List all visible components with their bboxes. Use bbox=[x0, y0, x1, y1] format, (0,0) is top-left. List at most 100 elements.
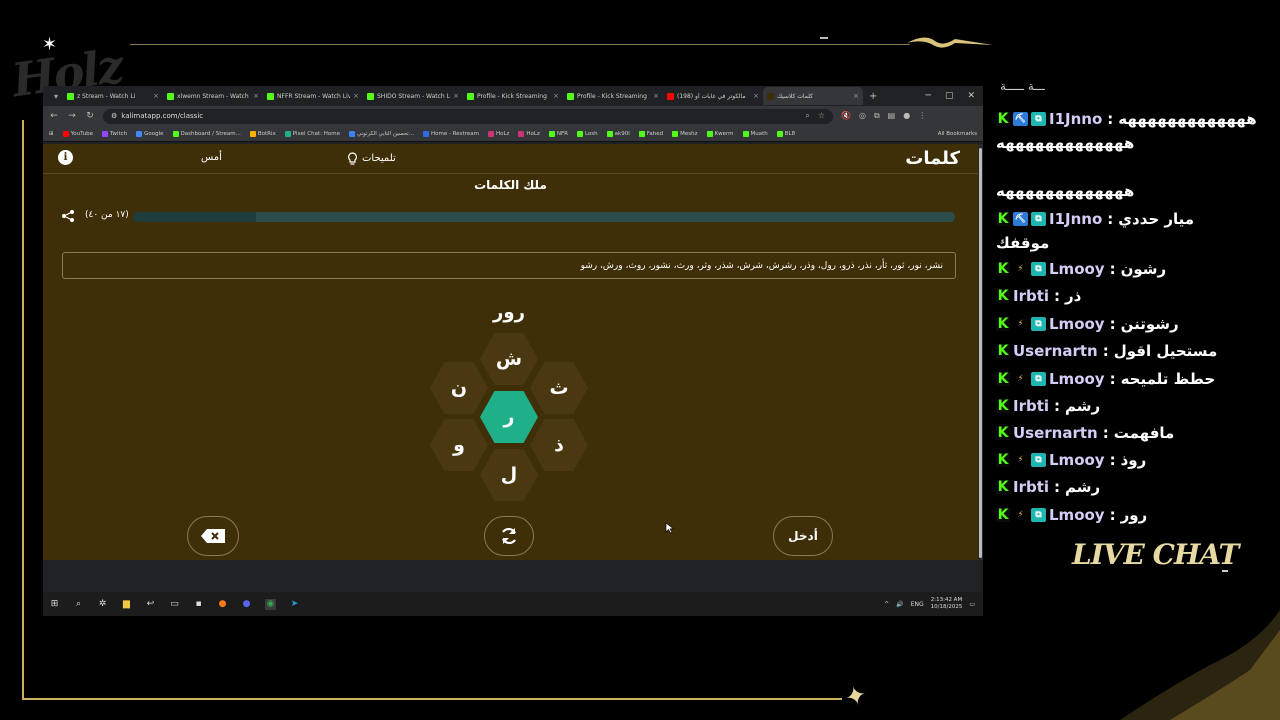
tab-close-icon[interactable]: × bbox=[653, 92, 659, 100]
found-words-box[interactable]: نشر، نور، ثور، ثأر، نذر، ذرو، رول، وذر، … bbox=[62, 252, 956, 279]
bookmark-item[interactable]: Home - Restream bbox=[422, 130, 479, 137]
chat-username[interactable]: Usernartn bbox=[1013, 342, 1098, 360]
bookmark-item[interactable]: Dashboard / Stream... bbox=[172, 130, 241, 137]
discord-icon[interactable]: ● bbox=[241, 599, 252, 610]
tab-search-icon[interactable]: ▾ bbox=[49, 89, 63, 103]
browser-tab[interactable]: NFFR Stream - Watch Live × bbox=[263, 87, 363, 105]
bookmark-item[interactable]: Kwerm bbox=[706, 130, 734, 137]
tab-close-icon[interactable]: × bbox=[553, 92, 559, 100]
maximize-icon[interactable]: ▢ bbox=[945, 91, 954, 101]
browser-tab[interactable]: SHIDO Stream - Watch Li × bbox=[363, 87, 463, 105]
tab-close-icon[interactable]: × bbox=[253, 92, 259, 100]
extension-icon[interactable]: ◎ bbox=[859, 111, 866, 121]
firefox-icon[interactable]: ● bbox=[217, 599, 228, 610]
windows-start-icon[interactable]: ⊞ bbox=[49, 599, 60, 610]
steam-icon[interactable]: ➤ bbox=[289, 599, 300, 610]
app-brand[interactable]: كلمات bbox=[905, 148, 960, 169]
shuffle-button[interactable] bbox=[484, 516, 534, 556]
letter-hex-bottom[interactable]: ل bbox=[480, 449, 538, 501]
chat-username[interactable]: Usernartn bbox=[1013, 424, 1098, 442]
bookmark-item[interactable]: Pixel Chat: Home bbox=[284, 130, 340, 137]
menu-icon[interactable]: ⋮ bbox=[918, 111, 926, 121]
back-icon[interactable]: ← bbox=[49, 111, 59, 121]
browser-tab[interactable]: xlwemn Stream - Watch Li × bbox=[163, 87, 263, 105]
mute-icon[interactable]: 🔇 bbox=[841, 111, 851, 121]
file-explorer-icon[interactable]: ▆ bbox=[121, 599, 132, 610]
hints-button[interactable]: تلميحات bbox=[347, 152, 396, 165]
browser-tab[interactable]: Profile - Kick Streaming × bbox=[563, 87, 663, 105]
bookmark-item[interactable]: تحسين التابي الكرتوني... bbox=[348, 130, 414, 137]
bookmark-item[interactable]: HoLz bbox=[487, 130, 509, 137]
bookmark-item[interactable]: Meshz bbox=[672, 130, 698, 137]
page-scrollbar[interactable] bbox=[978, 144, 983, 560]
language-indicator[interactable]: ENG bbox=[911, 601, 924, 608]
letter-hex-top-left[interactable]: ن bbox=[430, 362, 488, 414]
sidepanel-icon[interactable]: ▤ bbox=[888, 111, 896, 121]
bookmark-item[interactable]: Google bbox=[136, 130, 164, 137]
chat-username[interactable]: I1Jnno bbox=[1049, 210, 1102, 228]
chat-username[interactable]: Irbti bbox=[1013, 397, 1049, 415]
bookmark-item[interactable]: BotRix bbox=[249, 130, 276, 137]
chevron-up-icon[interactable]: ^ bbox=[884, 601, 889, 608]
notification-icon[interactable]: ▭ bbox=[969, 601, 975, 608]
letter-hex-center[interactable]: ر bbox=[480, 391, 538, 443]
chat-username[interactable]: Irbti bbox=[1013, 478, 1049, 496]
letter-hex-top[interactable]: ش bbox=[480, 333, 538, 385]
search-icon[interactable]: ⌕ bbox=[73, 599, 84, 610]
browser-tab[interactable]: Profile - Kick Streaming × bbox=[463, 87, 563, 105]
app-icon[interactable]: ↩ bbox=[145, 599, 156, 610]
terminal-icon[interactable]: ▭ bbox=[169, 599, 180, 610]
bookmark-item[interactable]: Fahed bbox=[638, 130, 663, 137]
speaker-icon[interactable]: 🔊 bbox=[896, 601, 903, 608]
chat-username[interactable]: Lmooy bbox=[1049, 315, 1105, 333]
forward-icon[interactable]: → bbox=[67, 111, 77, 121]
extensions-puzzle-icon[interactable]: ⧉ bbox=[874, 111, 880, 121]
delete-button[interactable] bbox=[187, 516, 239, 556]
app-icon[interactable]: ▪ bbox=[193, 599, 204, 610]
chat-username[interactable]: Lmooy bbox=[1049, 506, 1105, 524]
settings-gear-icon[interactable]: ✲ bbox=[97, 599, 108, 610]
site-info-icon[interactable]: ⚙ bbox=[111, 112, 117, 120]
tab-close-icon[interactable]: × bbox=[853, 92, 859, 100]
browser-tab[interactable]: z Stream - Watch Li × bbox=[63, 87, 163, 105]
bookmark-item[interactable]: BL8 bbox=[776, 130, 795, 137]
chat-username[interactable]: I1Jnno bbox=[1049, 110, 1102, 128]
enter-button[interactable]: أدخل bbox=[773, 516, 833, 556]
tab-close-icon[interactable]: × bbox=[153, 92, 159, 100]
all-bookmarks-button[interactable]: All Bookmarks bbox=[938, 131, 977, 137]
minimize-icon[interactable]: ─ bbox=[926, 91, 931, 101]
bookmark-item[interactable]: Losh bbox=[576, 130, 598, 137]
browser-tab[interactable]: كلمات كلاسيك × bbox=[763, 87, 863, 105]
zoom-icon[interactable]: ⌕ bbox=[805, 111, 809, 121]
chat-username[interactable]: Lmooy bbox=[1049, 260, 1105, 278]
share-icon[interactable] bbox=[61, 209, 75, 223]
apps-icon[interactable]: ⊞ bbox=[49, 131, 54, 137]
reload-icon[interactable]: ↻ bbox=[85, 111, 95, 121]
bookmark-star-icon[interactable]: ☆ bbox=[818, 111, 825, 121]
tab-close-icon[interactable]: × bbox=[353, 92, 359, 100]
tab-close-icon[interactable]: × bbox=[753, 92, 759, 100]
close-icon[interactable]: ✕ bbox=[967, 91, 975, 101]
tab-close-icon[interactable]: × bbox=[453, 92, 459, 100]
chat-separator: : bbox=[1102, 424, 1109, 442]
bookmark-item[interactable]: Twitch bbox=[101, 130, 127, 137]
bookmark-item[interactable]: HoLz bbox=[518, 130, 540, 137]
bookmark-item[interactable]: NFR bbox=[548, 130, 568, 137]
letter-hex-top-right[interactable]: ث bbox=[530, 362, 588, 414]
chat-username[interactable]: Irbti bbox=[1013, 287, 1049, 305]
address-bar[interactable]: ⚙ kalimatapp.com/classic ⌕ ☆ bbox=[103, 108, 833, 124]
bookmark-item[interactable]: YouTube bbox=[62, 130, 93, 137]
yesterday-button[interactable]: أمس bbox=[201, 152, 222, 163]
letter-hex-bottom-right[interactable]: ذ bbox=[530, 419, 588, 471]
bookmark-item[interactable]: ak90l bbox=[606, 130, 630, 137]
clock[interactable]: 2:13:42 AM 10/18/2025 bbox=[931, 597, 963, 611]
chrome-icon[interactable]: ◉ bbox=[265, 598, 276, 610]
info-icon[interactable]: i bbox=[58, 150, 73, 165]
chat-username[interactable]: Lmooy bbox=[1049, 370, 1105, 388]
new-tab-button[interactable]: + bbox=[863, 91, 883, 102]
bookmark-item[interactable]: Muath bbox=[742, 130, 768, 137]
profile-avatar[interactable]: ● bbox=[903, 111, 910, 121]
chat-username[interactable]: Lmooy bbox=[1049, 451, 1105, 469]
letter-hex-bottom-left[interactable]: و bbox=[430, 419, 488, 471]
browser-tab[interactable]: (198) مالكوتر في غابات أو × bbox=[663, 87, 763, 105]
